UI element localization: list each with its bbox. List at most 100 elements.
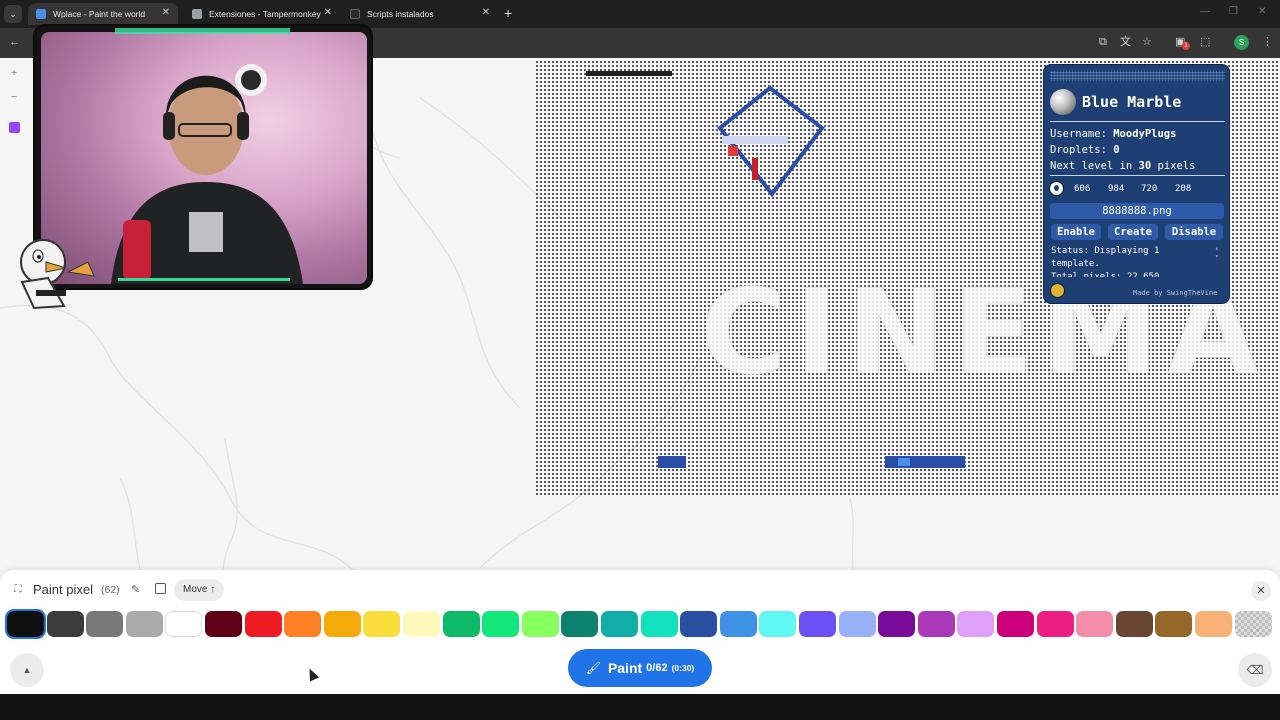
color-swatch[interactable] [1076, 611, 1114, 637]
color-swatch[interactable] [1195, 611, 1232, 637]
template-blue-strip [885, 456, 965, 468]
screen-bottom-strip [0, 694, 1280, 720]
pencil-icon[interactable]: ✎ [131, 583, 140, 596]
color-swatch[interactable] [640, 611, 678, 637]
color-swatch[interactable] [1115, 611, 1153, 637]
color-swatch[interactable] [1155, 611, 1193, 637]
color-swatch[interactable] [759, 611, 797, 637]
paint-button[interactable]: 🖌︎ Paint 0/62 (0:30) [568, 649, 712, 687]
chevron-updown-icon[interactable]: ▲ [10, 653, 44, 687]
coord-tile-x[interactable]: 606 [1074, 184, 1090, 194]
tab-label: Wplace - Paint the world [53, 9, 146, 19]
next-level-row: Next level in 30 pixels [1050, 160, 1195, 172]
wplace-screen: ⌄ Wplace - Paint the world ✕ Extensiones… [0, 0, 1280, 720]
tab-search-icon[interactable]: ⌄ [4, 5, 22, 23]
twitch-icon[interactable] [9, 122, 20, 133]
status-output[interactable]: Status: Displaying 1 template. Total pix… [1051, 245, 1211, 277]
color-swatch[interactable] [1234, 611, 1272, 637]
color-swatch[interactable] [878, 611, 916, 637]
coord-pixel-x[interactable]: 720 [1141, 184, 1157, 194]
zoom-in-icon[interactable]: + [6, 66, 22, 82]
pin-location-icon[interactable] [1049, 181, 1064, 196]
expand-icon[interactable]: ⛶ [10, 582, 26, 598]
extensions-puzzle-icon[interactable]: ⬚ [1200, 35, 1210, 49]
profile-avatar[interactable]: S [1234, 35, 1249, 50]
droplets-value: 0 [1113, 144, 1120, 156]
close-icon[interactable]: ✕ [482, 7, 490, 18]
minimize-icon[interactable]: — [1200, 6, 1210, 17]
translate-icon[interactable]: 文 [1120, 35, 1131, 49]
tab-scripts[interactable]: Scripts instalados ✕ [342, 3, 498, 25]
color-swatch[interactable] [601, 611, 638, 637]
next-level-suffix: pixels [1157, 160, 1196, 172]
username-label: Username: [1050, 128, 1107, 140]
brush-icon: 🖌︎ [585, 661, 601, 675]
wplace-favicon-icon [36, 9, 46, 19]
webcam-frame-accent [118, 278, 290, 281]
paint-count: 0/62 [646, 662, 668, 674]
color-swatch[interactable] [1036, 611, 1074, 637]
settings-gear-icon[interactable] [1050, 283, 1065, 298]
bookmark-star-icon[interactable]: ☆ [1142, 35, 1152, 49]
drag-handle[interactable] [1050, 71, 1225, 81]
extension-badge: 1 [1182, 42, 1190, 50]
puzzle-icon [192, 9, 202, 19]
tab-tampermonkey[interactable]: Extensiones - Tampermonkey ✕ [184, 3, 340, 25]
color-swatch[interactable] [521, 611, 559, 637]
maximize-icon[interactable]: ❐ [1229, 6, 1238, 17]
zoom-out-icon[interactable]: − [6, 90, 22, 106]
color-swatch[interactable] [403, 611, 440, 637]
color-swatch[interactable] [680, 611, 718, 637]
coord-pixel-y[interactable]: 208 [1175, 184, 1191, 194]
install-app-icon[interactable]: ⧉ [1099, 35, 1107, 49]
eraser-icon[interactable]: ⌫ [1238, 653, 1272, 687]
color-swatch[interactable] [482, 611, 520, 637]
save-icon[interactable] [155, 583, 166, 594]
blue-marble-panel[interactable]: Blue Marble Username: MoodyPlugs Droplet… [1043, 64, 1230, 304]
color-swatch[interactable] [125, 611, 163, 637]
paint-timer: (0:30) [671, 663, 695, 673]
color-swatch[interactable] [719, 611, 757, 637]
color-swatch[interactable] [205, 611, 242, 637]
create-button[interactable]: Create [1108, 224, 1158, 240]
back-arrow-icon[interactable]: ← [9, 35, 20, 49]
color-swatch[interactable] [799, 611, 836, 637]
enable-button[interactable]: Enable [1051, 224, 1101, 240]
username-value: MoodyPlugs [1113, 128, 1177, 140]
template-red-pixel [728, 146, 738, 156]
tampermonkey-icon [350, 9, 360, 19]
divider [1050, 121, 1225, 122]
color-swatch[interactable] [561, 611, 599, 637]
droplets-row: Droplets: 0 [1050, 144, 1120, 156]
template-light-pixel [898, 458, 910, 466]
color-swatch[interactable] [5, 609, 46, 639]
template-file-input[interactable]: 8888888.png [1050, 203, 1224, 219]
color-swatch[interactable] [284, 611, 322, 637]
divider [1050, 175, 1225, 176]
close-icon[interactable]: ✕ [162, 7, 170, 18]
tab-label: Extensiones - Tampermonkey [209, 9, 321, 19]
color-swatch[interactable] [997, 611, 1034, 637]
disable-button[interactable]: Disable [1165, 224, 1223, 240]
tab-wplace[interactable]: Wplace - Paint the world ✕ [28, 3, 178, 25]
move-button[interactable]: Move ↑ [174, 579, 225, 601]
color-swatch[interactable] [165, 611, 203, 637]
color-swatch[interactable] [244, 611, 282, 637]
status-scrollbar[interactable]: ▴ ▾ [1215, 245, 1221, 277]
color-swatch[interactable] [46, 611, 84, 637]
credits-text: Made by SwingTheVine [1133, 289, 1218, 297]
new-tab-button[interactable]: + [504, 5, 512, 21]
coord-tile-y[interactable]: 984 [1108, 184, 1124, 194]
color-swatch[interactable] [917, 611, 955, 637]
color-swatch[interactable] [323, 611, 361, 637]
close-icon[interactable]: ✕ [324, 7, 332, 18]
pixel-count: (62) [101, 584, 120, 596]
close-icon[interactable]: ✕ [1251, 581, 1271, 601]
color-swatch[interactable] [957, 611, 995, 637]
window-close-icon[interactable]: ✕ [1258, 6, 1266, 17]
color-swatch[interactable] [442, 611, 480, 637]
color-swatch[interactable] [363, 611, 401, 637]
color-swatch[interactable] [86, 611, 124, 637]
color-swatch[interactable] [838, 611, 876, 637]
kebab-menu-icon[interactable]: ⋮ [1262, 35, 1273, 49]
